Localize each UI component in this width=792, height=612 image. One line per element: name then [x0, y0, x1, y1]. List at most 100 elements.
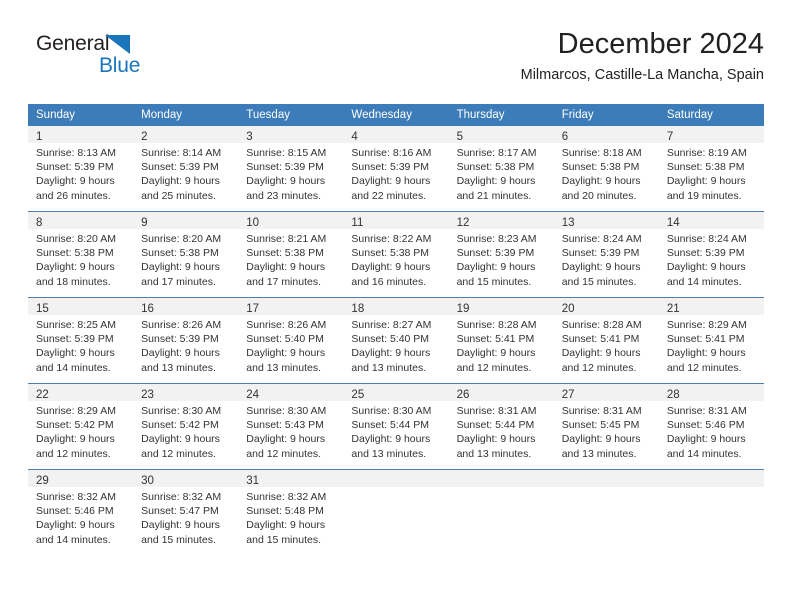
day-number: 23 [141, 389, 154, 401]
day-number-band: 23 [133, 384, 239, 401]
calendar-day-cell[interactable]: 1 Sunrise: 8:13 AM Sunset: 5:39 PM Daylight… [28, 126, 134, 212]
calendar-day-cell[interactable]: 19 Sunrise: 8:28 AM Sunset: 5:41 PM Dayligh… [448, 297, 554, 384]
day-number-band: 14 [658, 212, 764, 229]
day-cell-inner: 5 Sunrise: 8:17 AM Sunset: 5:38 PM Daylight… [448, 126, 554, 211]
day-number-band: 6 [553, 126, 659, 143]
day-details: Sunrise: 8:28 AM Sunset: 5:41 PM Daylight:… [449, 315, 554, 375]
logo-text-general: General [36, 32, 110, 55]
logo-text-blue: Blue [99, 54, 141, 77]
calendar-day-cell[interactable]: 26 Sunrise: 8:31 AM Sunset: 5:44 PM Dayligh… [448, 383, 554, 470]
day-number-band: 27 [553, 384, 659, 401]
weekday-header-saturday: Saturday [658, 104, 764, 126]
calendar-day-cell[interactable]: 28 Sunrise: 8:31 AM Sunset: 5:46 PM Dayligh… [658, 383, 764, 470]
day-number: 30 [141, 475, 154, 487]
calendar-day-cell[interactable]: 10 Sunrise: 8:21 AM Sunset: 5:38 PM Dayligh… [238, 211, 344, 298]
calendar-day-cell[interactable]: 15 Sunrise: 8:25 AM Sunset: 5:39 PM Dayligh… [28, 297, 134, 384]
calendar-day-cell[interactable]: 4 Sunrise: 8:16 AM Sunset: 5:39 PM Daylight… [343, 126, 449, 212]
day-details: Sunrise: 8:30 AM Sunset: 5:43 PM Daylight:… [238, 401, 343, 461]
daylight-duration-line2: and 12 minutes. [456, 361, 532, 374]
calendar-day-cell[interactable]: 5 Sunrise: 8:17 AM Sunset: 5:38 PM Daylight… [448, 126, 554, 212]
day-details: Sunrise: 8:25 AM Sunset: 5:39 PM Daylight:… [28, 315, 133, 375]
daylight-duration-line2: and 13 minutes. [351, 447, 427, 460]
daylight-duration-line2: and 15 minutes. [561, 275, 637, 288]
sunrise-time: Sunrise: 8:20 AM [36, 233, 116, 245]
calendar-day-cell[interactable]: 20 Sunrise: 8:28 AM Sunset: 5:41 PM Dayligh… [553, 297, 659, 384]
day-details: Sunrise: 8:28 AM Sunset: 5:41 PM Daylight:… [554, 315, 659, 375]
weekday-header-friday: Friday [553, 104, 659, 126]
calendar-day-cell[interactable]: 8 Sunrise: 8:20 AM Sunset: 5:38 PM Daylight… [28, 211, 134, 298]
sunset-time: Sunset: 5:43 PM [246, 419, 324, 432]
day-number: 29 [36, 475, 49, 487]
calendar-day-cell[interactable]: 16 Sunrise: 8:26 AM Sunset: 5:39 PM Dayligh… [133, 297, 239, 384]
daylight-duration-line1: Daylight: 9 hours [36, 347, 115, 360]
calendar-day-cell[interactable]: 23 Sunrise: 8:30 AM Sunset: 5:42 PM Dayligh… [133, 383, 239, 470]
sunrise-time: Sunrise: 8:18 AM [561, 147, 642, 159]
day-number-band: 22 [28, 384, 134, 401]
day-number-band [448, 470, 554, 487]
day-details: Sunrise: 8:29 AM Sunset: 5:41 PM Daylight:… [659, 315, 764, 375]
general-blue-logo: General Blue [36, 32, 166, 88]
sunrise-time: Sunrise: 8:22 AM [351, 233, 432, 245]
day-number-band: 8 [28, 212, 134, 229]
calendar-day-cell[interactable]: 25 Sunrise: 8:30 AM Sunset: 5:44 PM Dayligh… [343, 383, 449, 470]
calendar-day-cell[interactable]: 9 Sunrise: 8:20 AM Sunset: 5:38 PM Daylight… [133, 211, 239, 298]
calendar-day-cell[interactable]: 24 Sunrise: 8:30 AM Sunset: 5:43 PM Dayligh… [238, 383, 344, 470]
day-number: 5 [456, 131, 463, 143]
day-number: 12 [456, 217, 470, 229]
sunrise-time: Sunrise: 8:13 AM [36, 147, 116, 159]
day-cell-inner: 1 Sunrise: 8:13 AM Sunset: 5:39 PM Daylight… [28, 126, 134, 211]
day-details: Sunrise: 8:31 AM Sunset: 5:46 PM Daylight:… [659, 401, 764, 461]
day-cell-inner: 12 Sunrise: 8:23 AM Sunset: 5:39 PM Dayligh… [448, 212, 554, 297]
calendar-day-cell[interactable]: 2 Sunrise: 8:14 AM Sunset: 5:39 PM Daylight… [133, 126, 239, 212]
day-number-band: 5 [448, 126, 554, 143]
daylight-duration-line1: Daylight: 9 hours [246, 519, 326, 532]
calendar-day-cell[interactable]: 29 Sunrise: 8:32 AM Sunset: 5:46 PM Dayligh… [28, 469, 134, 555]
day-cell-inner: 31 Sunrise: 8:32 AM Sunset: 5:48 PM Dayligh… [238, 470, 344, 555]
daylight-duration-line1: Daylight: 9 hours [561, 175, 641, 188]
day-number: 24 [246, 389, 260, 401]
sunset-time: Sunset: 5:38 PM [351, 247, 430, 260]
day-cell-inner: 2 Sunrise: 8:14 AM Sunset: 5:39 PM Daylight… [133, 126, 239, 211]
logo-triangle-icon [105, 35, 130, 54]
day-details: Sunrise: 8:18 AM Sunset: 5:38 PM Daylight:… [554, 143, 659, 203]
sunset-time: Sunset: 5:41 PM [666, 333, 745, 346]
sunrise-time: Sunrise: 8:20 AM [141, 233, 222, 245]
daylight-duration-line2: and 14 minutes. [666, 275, 742, 288]
calendar-day-cell[interactable]: 31 Sunrise: 8:32 AM Sunset: 5:48 PM Dayligh… [238, 469, 344, 555]
daylight-duration-line1: Daylight: 9 hours [36, 433, 115, 446]
daylight-duration-line1: Daylight: 9 hours [351, 175, 431, 188]
day-cell-inner: 28 Sunrise: 8:31 AM Sunset: 5:46 PM Dayligh… [658, 384, 764, 469]
daylight-duration-line2: and 12 minutes. [561, 361, 637, 374]
day-details: Sunrise: 8:31 AM Sunset: 5:45 PM Daylight:… [554, 401, 659, 461]
daylight-duration-line1: Daylight: 9 hours [456, 347, 536, 360]
day-number-band: 3 [238, 126, 344, 143]
day-cell-inner: 19 Sunrise: 8:28 AM Sunset: 5:41 PM Dayligh… [448, 298, 554, 383]
daylight-duration-line2: and 18 minutes. [36, 275, 111, 288]
calendar-day-cell[interactable]: 27 Sunrise: 8:31 AM Sunset: 5:45 PM Dayligh… [553, 383, 659, 470]
sunset-time: Sunset: 5:42 PM [141, 419, 219, 432]
day-details: Sunrise: 8:14 AM Sunset: 5:39 PM Daylight:… [133, 143, 238, 203]
calendar-day-cell[interactable]: 13 Sunrise: 8:24 AM Sunset: 5:39 PM Dayligh… [553, 211, 659, 298]
calendar-day-cell[interactable]: 22 Sunrise: 8:29 AM Sunset: 5:42 PM Dayligh… [28, 383, 134, 470]
calendar-header-row: Sunday Monday Tuesday Wednesday Thursday… [28, 104, 764, 126]
calendar-day-cell[interactable]: 6 Sunrise: 8:18 AM Sunset: 5:38 PM Daylight… [553, 126, 659, 212]
day-details: Sunrise: 8:24 AM Sunset: 5:39 PM Daylight:… [554, 229, 659, 289]
daylight-duration-line1: Daylight: 9 hours [141, 261, 220, 274]
sunrise-time: Sunrise: 8:31 AM [561, 405, 642, 417]
calendar-day-cell[interactable]: 17 Sunrise: 8:26 AM Sunset: 5:40 PM Dayligh… [238, 297, 344, 384]
sunrise-time: Sunrise: 8:15 AM [246, 147, 327, 159]
calendar-day-cell[interactable]: 21 Sunrise: 8:29 AM Sunset: 5:41 PM Dayligh… [658, 297, 764, 384]
calendar-day-cell[interactable]: 3 Sunrise: 8:15 AM Sunset: 5:39 PM Daylight… [238, 126, 344, 212]
daylight-duration-line2: and 13 minutes. [141, 361, 216, 374]
calendar-day-cell[interactable]: 14 Sunrise: 8:24 AM Sunset: 5:39 PM Dayligh… [658, 211, 764, 298]
sunrise-time: Sunrise: 8:28 AM [561, 319, 642, 331]
calendar-day-cell[interactable]: 18 Sunrise: 8:27 AM Sunset: 5:40 PM Dayligh… [343, 297, 449, 384]
sunset-time: Sunset: 5:38 PM [141, 247, 219, 260]
daylight-duration-line2: and 12 minutes. [666, 361, 742, 374]
calendar-day-cell[interactable]: 30 Sunrise: 8:32 AM Sunset: 5:47 PM Dayligh… [133, 469, 239, 555]
calendar-day-cell[interactable]: 11 Sunrise: 8:22 AM Sunset: 5:38 PM Dayligh… [343, 211, 449, 298]
calendar-day-cell[interactable]: 12 Sunrise: 8:23 AM Sunset: 5:39 PM Dayligh… [448, 211, 554, 298]
calendar-day-cell[interactable]: 7 Sunrise: 8:19 AM Sunset: 5:38 PM Daylight… [658, 126, 764, 212]
calendar-table: Sunday Monday Tuesday Wednesday Thursday… [28, 104, 764, 555]
day-cell-inner: 25 Sunrise: 8:30 AM Sunset: 5:44 PM Dayligh… [343, 384, 449, 469]
